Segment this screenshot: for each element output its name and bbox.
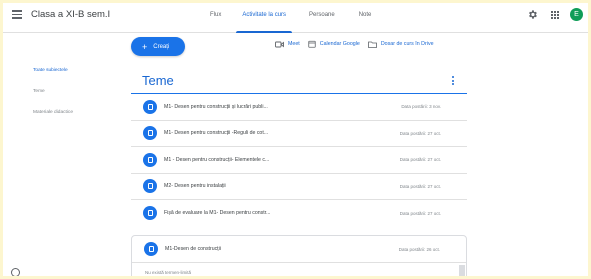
assignment-title: Fișă de evaluare la M1- Desen pentru con… — [164, 210, 271, 217]
expanded-assignment-card[interactable]: M1-Desen de construcții Data postării: 2… — [131, 235, 467, 279]
assignment-row[interactable]: M2- Desen pentru instalații Data postări… — [131, 174, 467, 200]
topic-title: Teme — [142, 73, 174, 88]
assignment-date: Data postării: 27 oct. — [399, 183, 441, 189]
more-vert-icon[interactable] — [452, 76, 455, 87]
sidenav-item-all-topics[interactable]: Toate subiectele — [33, 68, 73, 89]
folder-icon — [367, 41, 377, 48]
tab-people[interactable]: Persoane — [304, 0, 340, 33]
tab-stream[interactable]: Flux — [205, 0, 226, 33]
help-icon[interactable] — [11, 268, 20, 277]
assignment-icon — [143, 126, 157, 141]
avatar[interactable]: E — [570, 8, 583, 21]
apps-grid-icon[interactable] — [551, 10, 559, 19]
create-button[interactable]: + Creați — [131, 37, 185, 56]
topic-sidenav: Toate subiectele Teme Materiale didactic… — [33, 68, 73, 131]
assignment-title: M1- Desen pentru construcții -Reguli de … — [164, 130, 269, 137]
assignment-icon — [143, 206, 157, 221]
assignment-title: M1- Desen pentru construcții și lucrări … — [164, 103, 268, 110]
assignment-row[interactable]: Fișă de evaluare la M1- Desen pentru con… — [131, 200, 467, 227]
calendar-label: Calendar Google — [319, 41, 360, 47]
drive-folder-link[interactable]: Dosar de curs în Drive — [367, 41, 434, 48]
tab-classwork[interactable]: Activitate la curs — [236, 0, 292, 33]
sidenav-item-materials[interactable]: Materiale didactice — [33, 110, 73, 131]
assignment-title: M1-Desen de construcții — [165, 246, 221, 252]
class-tabs: Flux Activitate la curs Persoane Note — [205, 0, 390, 33]
assignment-date: Data postării: 27 oct. — [399, 157, 441, 163]
assignment-row[interactable]: M1 - Desen pentru construcții- Elementel… — [131, 147, 467, 174]
assignment-date: Data postării: 27 oct. — [399, 210, 441, 216]
gear-icon[interactable] — [527, 9, 538, 20]
assignment-row[interactable]: M1-Desen de construcții Data postării: 2… — [132, 236, 466, 263]
assignment-title: M2- Desen pentru instalații — [164, 183, 226, 190]
top-icons: E — [527, 8, 583, 21]
sidenav-item-assignments[interactable]: Teme — [33, 89, 73, 110]
due-date-note: Nu există termen-limită — [145, 270, 192, 275]
assignment-date: Data postării: 3 nov. — [401, 104, 441, 110]
video-camera-icon — [275, 41, 284, 47]
menu-icon[interactable] — [12, 10, 22, 19]
meet-link[interactable]: Meet — [275, 41, 300, 48]
assignment-date: Data postării: 27 oct. — [399, 130, 441, 136]
class-title[interactable]: Clasa a XI-B sem.I — [31, 9, 110, 20]
classwork-toolbar: Meet Calendar Google Dosar de curs în Dr… — [275, 40, 442, 48]
meet-label: Meet — [288, 41, 300, 47]
assignment-icon — [143, 152, 157, 167]
calendar-link[interactable]: Calendar Google — [308, 40, 360, 48]
assignment-icon — [144, 242, 158, 256]
assignment-icon — [143, 179, 157, 194]
create-button-label: Creați — [153, 43, 170, 50]
assignment-row[interactable]: M1- Desen pentru construcții -Reguli de … — [131, 121, 467, 147]
assignment-title: M1 - Desen pentru construcții- Elementel… — [164, 156, 270, 163]
plus-icon: + — [142, 41, 148, 52]
calendar-icon — [308, 40, 316, 48]
assignment-list: M1- Desen pentru construcții și lucrări … — [131, 94, 467, 227]
drive-label: Dosar de curs în Drive — [380, 41, 434, 47]
top-app-bar: Clasa a XI-B sem.I Flux Activitate la cu… — [0, 0, 591, 33]
assignment-row[interactable]: M1- Desen pentru construcții și lucrări … — [131, 94, 467, 121]
assignment-icon — [143, 99, 157, 114]
tab-grades[interactable]: Note — [354, 0, 377, 33]
assignment-date: Data postării: 26 oct. — [398, 246, 440, 252]
scrollbar[interactable] — [459, 265, 465, 279]
